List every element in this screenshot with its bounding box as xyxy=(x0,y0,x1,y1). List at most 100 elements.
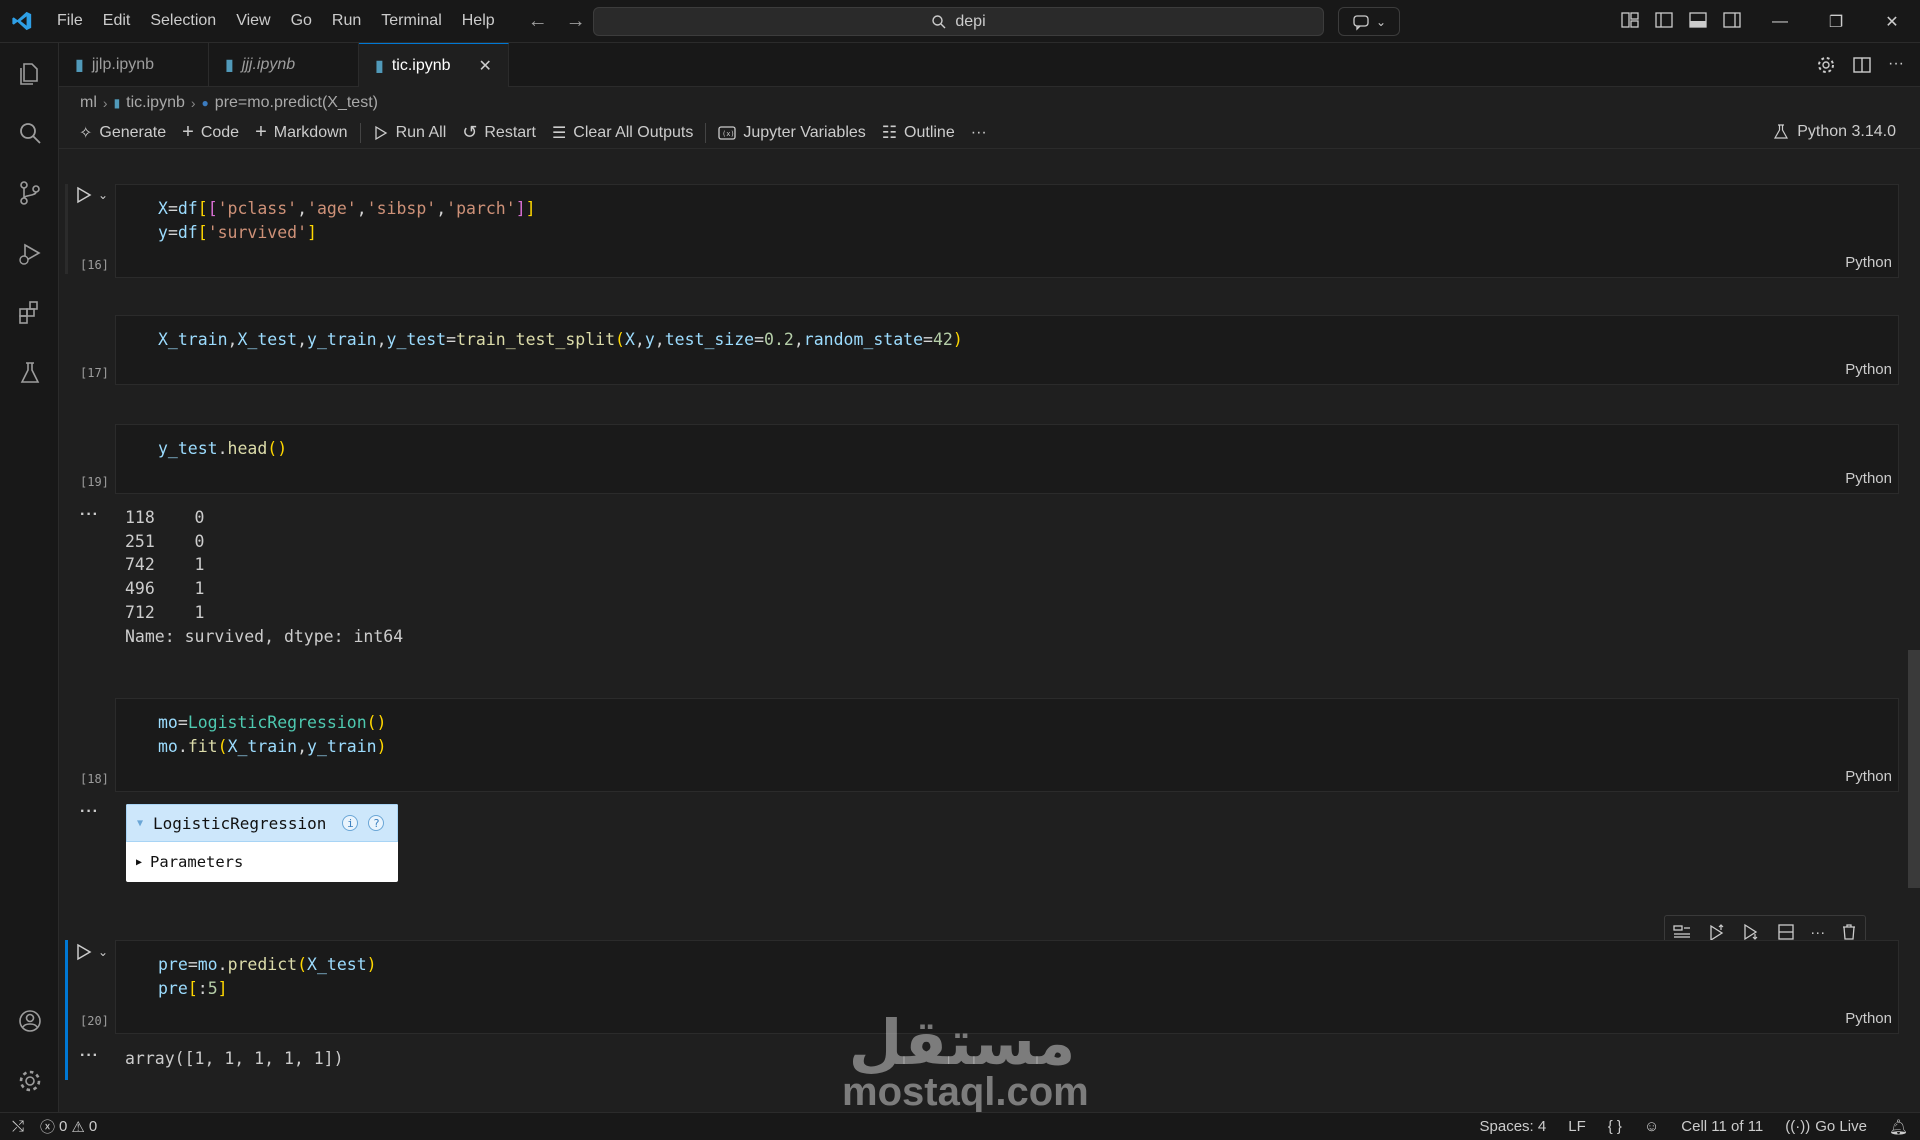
back-arrow-icon[interactable]: ← xyxy=(528,10,548,33)
code-cell[interactable]: X_train,X_test,y_train,y_test=train_test… xyxy=(115,315,1899,385)
menu-edit[interactable]: Edit xyxy=(94,8,140,34)
add-code-button[interactable]: + Code xyxy=(174,121,247,144)
testing-flask-icon[interactable] xyxy=(14,357,46,389)
notifications-bell-icon[interactable]: 🔔︎ xyxy=(1889,1118,1908,1136)
output-menu-icon[interactable]: ··· xyxy=(80,1047,99,1065)
cell-code[interactable]: X=df[['pclass','age','sibsp','parch']] y… xyxy=(158,197,536,245)
more-actions-icon[interactable]: ··· xyxy=(1888,55,1904,75)
extensions-icon[interactable] xyxy=(14,297,46,329)
vertical-scrollbar[interactable] xyxy=(1908,650,1920,888)
notebook-file-icon: ▮ xyxy=(375,57,384,75)
toggle-secondary-sidebar-icon[interactable] xyxy=(1722,10,1742,30)
parameters-toggle[interactable]: ▶ Parameters xyxy=(126,842,398,882)
run-cell-button[interactable]: ⌄ xyxy=(76,943,108,961)
split-cell-icon[interactable] xyxy=(1776,923,1796,941)
accounts-icon[interactable] xyxy=(14,1005,46,1037)
forward-arrow-icon[interactable]: → xyxy=(566,10,586,33)
cell-code[interactable]: mo=LogisticRegression() mo.fit(X_train,y… xyxy=(158,711,387,759)
execution-count: [20] xyxy=(80,1014,109,1028)
tab-tic[interactable]: ▮ tic.ipynb ✕ xyxy=(359,43,509,87)
execute-above-icon[interactable] xyxy=(1672,923,1692,941)
error-count: 0 xyxy=(59,1118,68,1135)
split-editor-icon[interactable] xyxy=(1852,55,1872,75)
problems-indicator[interactable]: ⓧ 0 ⚠ 0 xyxy=(40,1116,97,1137)
cell-code[interactable]: y_test.head() xyxy=(158,437,287,461)
search-icon[interactable] xyxy=(14,117,46,149)
svg-text:(x): (x) xyxy=(722,130,735,138)
estimator-widget: ▼ LogisticRegression i ? ▶ Parameters xyxy=(126,804,398,882)
cell-code[interactable]: pre=mo.predict(X_test) pre[:5] xyxy=(158,953,377,1001)
code-cell[interactable]: mo=LogisticRegression() mo.fit(X_train,y… xyxy=(115,698,1899,792)
kernel-picker[interactable]: Python 3.14.0 xyxy=(1773,123,1896,141)
explorer-icon[interactable] xyxy=(14,57,46,89)
command-center-search[interactable]: depi xyxy=(593,7,1324,36)
menu-terminal[interactable]: Terminal xyxy=(372,8,450,34)
tab-jjj[interactable]: ▮ jjj.ipynb xyxy=(209,43,359,87)
source-control-icon[interactable] xyxy=(14,177,46,209)
toggle-panel-icon[interactable] xyxy=(1688,10,1708,30)
python-icon: ● xyxy=(201,96,209,110)
toggle-primary-sidebar-icon[interactable] xyxy=(1654,10,1674,30)
menu-run[interactable]: Run xyxy=(323,8,370,34)
close-window-icon[interactable]: ✕ xyxy=(1864,0,1920,43)
tab-jjlp[interactable]: ▮ jjlp.ipynb xyxy=(59,43,209,87)
settings-gear-icon[interactable] xyxy=(14,1065,46,1097)
restart-button[interactable]: ↺ Restart xyxy=(454,122,544,143)
menu-view[interactable]: View xyxy=(227,8,279,34)
title-bar: File Edit Selection View Go Run Terminal… xyxy=(0,0,1920,43)
more-actions-icon[interactable]: ··· xyxy=(1810,924,1825,941)
outline-button[interactable]: ☷ Outline xyxy=(874,123,963,143)
menu-help[interactable]: Help xyxy=(453,8,504,34)
menu-file[interactable]: File xyxy=(48,8,92,34)
run-debug-icon[interactable] xyxy=(14,237,46,269)
breadcrumb-file[interactable]: tic.ipynb xyxy=(126,94,185,112)
cell-position-status[interactable]: Cell 11 of 11 xyxy=(1681,1118,1763,1135)
generate-button[interactable]: ✧ Generate xyxy=(71,123,174,143)
output-menu-icon[interactable]: ··· xyxy=(80,506,99,524)
delete-trash-icon[interactable] xyxy=(1840,923,1858,941)
customize-layout-icon[interactable] xyxy=(1620,10,1640,30)
cell-language[interactable]: Python xyxy=(1845,254,1892,271)
code-cell[interactable]: y_test.head() Python xyxy=(115,424,1899,494)
add-markdown-button[interactable]: + Markdown xyxy=(247,121,356,144)
run-all-button[interactable]: Run All xyxy=(365,124,455,142)
minimize-icon[interactable]: — xyxy=(1752,0,1808,43)
run-below-icon[interactable] xyxy=(1741,923,1761,941)
cell-language[interactable]: Python xyxy=(1845,361,1892,378)
chevron-down-icon: ⌄ xyxy=(98,945,109,959)
indentation-status[interactable]: Spaces: 4 xyxy=(1480,1118,1547,1135)
tab-label: jjj.ipynb xyxy=(241,56,296,73)
run-above-icon[interactable] xyxy=(1707,923,1727,941)
cell-code[interactable]: X_train,X_test,y_train,y_test=train_test… xyxy=(158,328,963,352)
run-cell-button[interactable]: ⌄ xyxy=(76,186,108,204)
watermark-logo: مستقل mostaql.com xyxy=(842,1010,1089,1113)
cell-language[interactable]: Python xyxy=(1845,768,1892,785)
eol-status[interactable]: LF xyxy=(1568,1118,1586,1135)
go-live-button[interactable]: ((·)) Go Live xyxy=(1785,1118,1867,1135)
menu-selection[interactable]: Selection xyxy=(141,8,225,34)
more-icon: ··· xyxy=(970,123,987,141)
info-icon[interactable]: i xyxy=(342,815,359,831)
cell-language[interactable]: Python xyxy=(1845,470,1892,487)
breadcrumb-folder[interactable]: ml xyxy=(80,94,97,112)
clear-all-outputs-button[interactable]: ☰ Clear All Outputs xyxy=(544,123,701,143)
close-tab-icon[interactable]: ✕ xyxy=(479,56,492,76)
gear-icon[interactable] xyxy=(1816,55,1836,75)
remote-indicator-icon[interactable]: ⤭ xyxy=(12,1118,24,1135)
language-braces-status[interactable]: { } xyxy=(1608,1118,1622,1135)
breadcrumb-cell[interactable]: pre=mo.predict(X_test) xyxy=(215,94,378,112)
menu-go[interactable]: Go xyxy=(282,8,321,34)
restart-icon: ↺ xyxy=(462,122,478,142)
warning-icon: ⚠ xyxy=(71,1118,85,1136)
restore-icon[interactable]: ❐ xyxy=(1808,0,1864,43)
help-icon[interactable]: ? xyxy=(368,815,385,831)
copilot-status-icon[interactable]: ☺ xyxy=(1644,1118,1659,1135)
sparkle-icon: ✧ xyxy=(79,124,93,142)
output-menu-icon[interactable]: ··· xyxy=(80,803,99,821)
cell-language[interactable]: Python xyxy=(1845,1010,1892,1027)
copilot-chat-button[interactable]: ⌄ xyxy=(1338,7,1400,36)
jupyter-variables-button[interactable]: (x) Jupyter Variables xyxy=(710,124,873,142)
code-cell[interactable]: X=df[['pclass','age','sibsp','parch']] y… xyxy=(115,184,1899,278)
estimator-header[interactable]: ▼ LogisticRegression i ? xyxy=(126,804,398,842)
toolbar-more-button[interactable]: ··· xyxy=(963,124,995,142)
